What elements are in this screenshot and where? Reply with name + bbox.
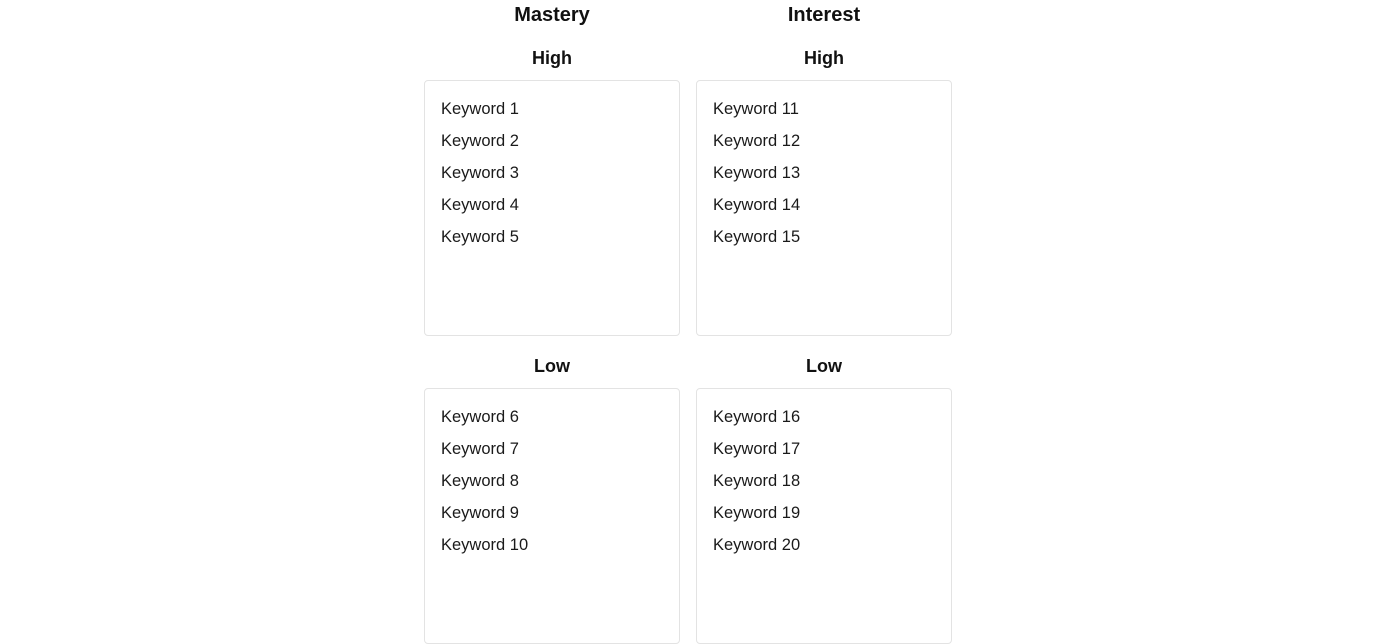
keyword-item[interactable]: Keyword 16 — [713, 404, 935, 436]
keyword-item[interactable]: Keyword 19 — [713, 500, 935, 532]
section-title-mastery-low: Low — [534, 356, 570, 376]
keyword-item[interactable]: Keyword 17 — [713, 436, 935, 468]
section-title-mastery-high: High — [532, 48, 572, 68]
column-title-mastery: Mastery — [514, 4, 590, 26]
keyword-item[interactable]: Keyword 8 — [441, 468, 663, 500]
keyword-box-mastery-high: Keyword 1 Keyword 2 Keyword 3 Keyword 4 … — [424, 80, 680, 336]
keyword-item[interactable]: Keyword 3 — [441, 160, 663, 192]
keyword-item[interactable]: Keyword 9 — [441, 500, 663, 532]
keyword-item[interactable]: Keyword 15 — [713, 224, 935, 256]
keyword-item[interactable]: Keyword 14 — [713, 192, 935, 224]
keyword-item[interactable]: Keyword 13 — [713, 160, 935, 192]
keyword-item[interactable]: Keyword 12 — [713, 128, 935, 160]
keyword-box-interest-low: Keyword 16 Keyword 17 Keyword 18 Keyword… — [696, 388, 952, 644]
section-title-interest-low: Low — [806, 356, 842, 376]
keyword-matrix-page: Mastery High Keyword 1 Keyword 2 Keyword… — [0, 0, 1376, 644]
keyword-item[interactable]: Keyword 7 — [441, 436, 663, 468]
keyword-box-interest-high: Keyword 11 Keyword 12 Keyword 13 Keyword… — [696, 80, 952, 336]
keyword-item[interactable]: Keyword 10 — [441, 532, 663, 564]
keyword-box-mastery-low: Keyword 6 Keyword 7 Keyword 8 Keyword 9 … — [424, 388, 680, 644]
keyword-item[interactable]: Keyword 6 — [441, 404, 663, 436]
keyword-item[interactable]: Keyword 1 — [441, 96, 663, 128]
keyword-item[interactable]: Keyword 2 — [441, 128, 663, 160]
keyword-item[interactable]: Keyword 4 — [441, 192, 663, 224]
column-title-interest: Interest — [787, 4, 861, 26]
keyword-item[interactable]: Keyword 18 — [713, 468, 935, 500]
keyword-item[interactable]: Keyword 20 — [713, 532, 935, 564]
keyword-item[interactable]: Keyword 11 — [713, 96, 935, 128]
keyword-item[interactable]: Keyword 5 — [441, 224, 663, 256]
section-title-interest-high: High — [804, 48, 844, 68]
